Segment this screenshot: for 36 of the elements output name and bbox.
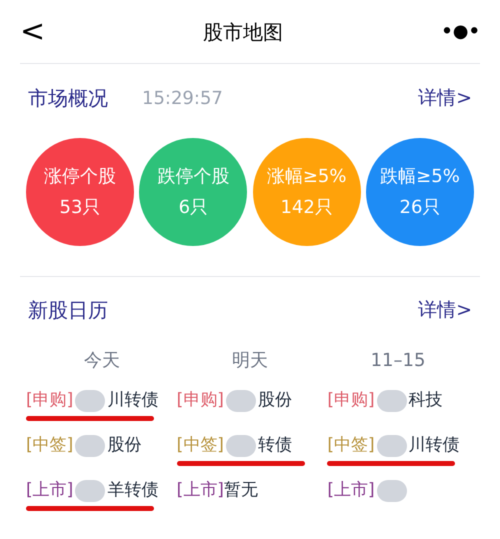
status-tag: [上市]: [26, 478, 74, 504]
stat-count: 142只: [280, 196, 333, 220]
stock-name: 股份: [107, 434, 142, 458]
section-title: 市场概况: [28, 85, 108, 112]
stat-count: 53只: [60, 196, 100, 220]
back-button[interactable]: <: [20, 16, 46, 46]
stock-name: 股份: [258, 389, 292, 412]
stock-name: 转债: [258, 434, 292, 458]
column-header: 今天: [84, 349, 120, 373]
status-tag: [中签]: [327, 433, 375, 459]
status-tag: [申购]: [176, 388, 224, 414]
stock-name: 科技: [408, 389, 443, 412]
status-tag: [中签]: [176, 433, 224, 459]
details-link[interactable]: 详情>: [418, 296, 472, 324]
stat-label: 跌幅≥5%: [380, 165, 460, 189]
column-header: 明天: [232, 349, 268, 373]
update-time: 15:29:57: [142, 86, 223, 110]
more-button[interactable]: •●•: [441, 18, 480, 45]
stock-name: 川转债: [107, 389, 158, 412]
status-tag: [上市]: [327, 478, 375, 504]
details-link[interactable]: 详情>: [418, 84, 472, 112]
stat-count: 6只: [178, 196, 208, 220]
stat-count: 26只: [400, 196, 440, 220]
stat-label: 跌停个股: [157, 165, 230, 189]
stock-name: 羊转债: [107, 479, 158, 502]
stock-name: 暂无: [224, 479, 258, 502]
stat-label: 涨幅≥5%: [266, 165, 346, 189]
page-title: 股市地图: [203, 18, 284, 46]
status-tag: [中签]: [26, 433, 74, 459]
status-tag: [申购]: [26, 388, 74, 414]
status-tag: [上市]: [176, 478, 224, 504]
stat-label: 涨停个股: [44, 165, 116, 189]
column-header: 11–15: [370, 349, 426, 373]
section-title: 新股日历: [28, 297, 108, 324]
stock-name: 川转债: [408, 434, 460, 458]
status-tag: [申购]: [327, 388, 375, 414]
